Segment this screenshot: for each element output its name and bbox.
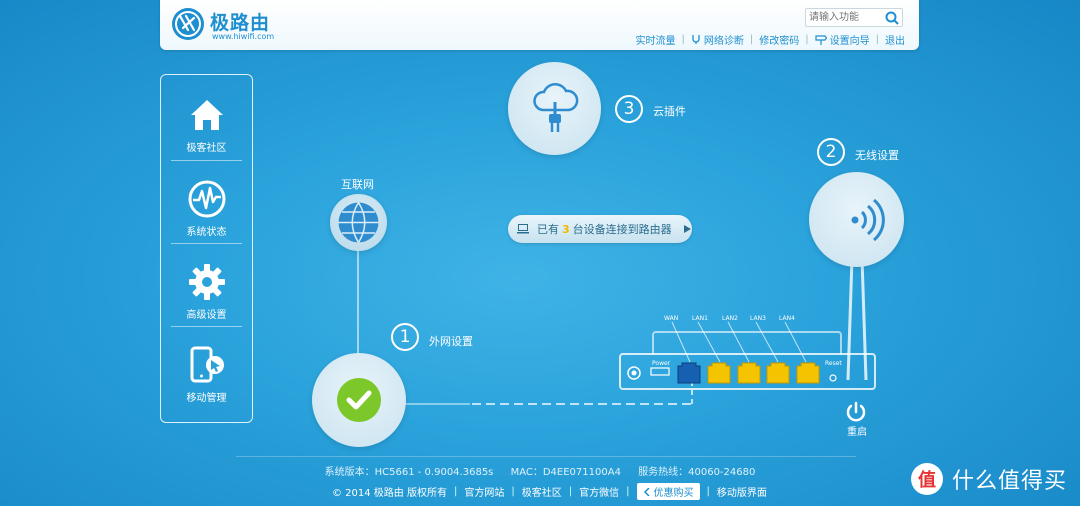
footer-link-website[interactable]: 官方网站 [464, 484, 504, 499]
separator: | [511, 486, 515, 497]
router-ports [627, 321, 837, 384]
footer-link-wechat[interactable]: 官方微信 [579, 484, 619, 499]
chevron-left-icon [643, 487, 650, 496]
footer-link-community[interactable]: 极客社区 [522, 484, 562, 499]
separator: | [626, 486, 630, 497]
copyright: © 2014 极路由 版权所有 [332, 488, 447, 499]
power-icon[interactable] [845, 401, 867, 423]
buy-button[interactable]: 优惠购买 [636, 483, 700, 500]
footer-links: © 2014 极路由 版权所有 | 官方网站 | 极客社区 | 官方微信 | 优… [332, 483, 767, 500]
separator: | [706, 486, 710, 497]
watermark-text: 什么值得买 [952, 469, 1068, 494]
reset-label: Reset [825, 360, 842, 367]
power-label: Power [652, 360, 671, 367]
separator: | [454, 486, 458, 497]
firmware-version: 系统版本：HC5661 - 0.9004.3685s [324, 467, 494, 478]
svg-text:值: 值 [918, 469, 936, 491]
watermark: 值 什么值得买 [910, 462, 1070, 496]
watermark-logo-icon: 值 [911, 463, 943, 495]
footer-link-mobile[interactable]: 移动版界面 [717, 484, 767, 499]
mac-address: MAC：D4EE071100A4 [510, 467, 621, 478]
service-hotline: 服务热线：40060-24680 [638, 467, 756, 478]
restart-label[interactable]: 重启 [847, 423, 867, 438]
footer-divider [236, 456, 856, 457]
separator: | [568, 486, 573, 497]
